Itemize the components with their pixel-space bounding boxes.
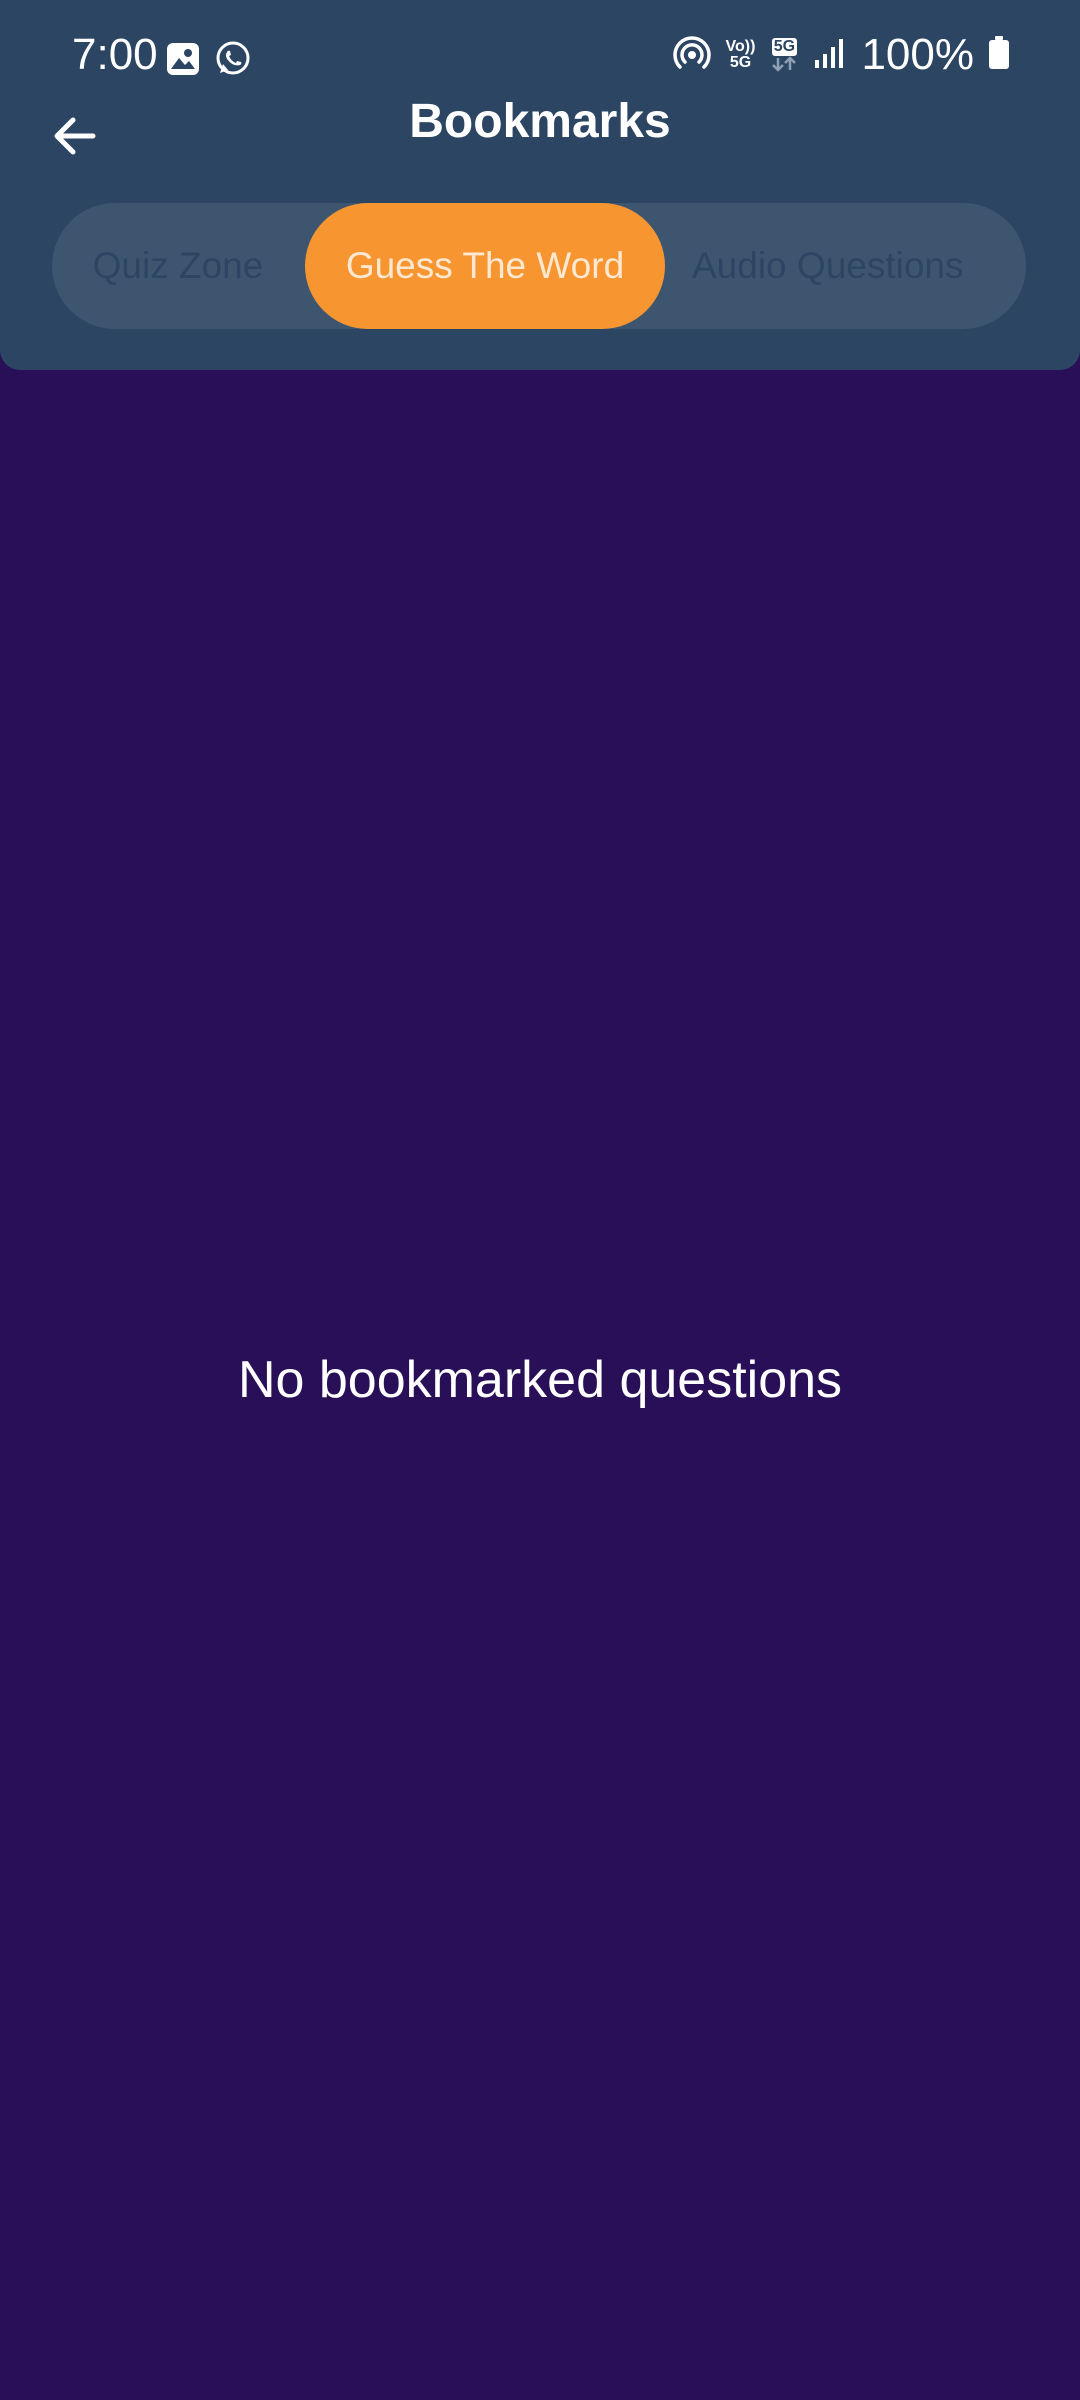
battery-icon <box>988 35 1010 75</box>
whatsapp-icon <box>214 40 252 83</box>
page-title: Bookmarks <box>409 95 671 148</box>
bookmark-tabs: Quiz Zone Audio Questions Guess The Word <box>52 203 1026 329</box>
notification-icons <box>166 40 252 83</box>
tab-guess-the-word[interactable]: Guess The Word <box>305 203 665 329</box>
empty-state-message: No bookmarked questions <box>237 1351 843 1409</box>
signal-icon <box>813 36 847 75</box>
tab-quiz-zone[interactable]: Quiz Zone <box>52 203 304 329</box>
tab-audio-questions[interactable]: Audio Questions <box>692 203 1080 329</box>
status-time: 7:00 <box>72 30 158 79</box>
volte-5g-icon: Vo)) 5G <box>725 38 756 71</box>
system-status-icons: Vo)) 5G 5G 100% <box>672 30 1010 80</box>
image-icon <box>166 42 200 81</box>
app-header: 7:00 Vo)) 5G 5G 100% Bookmarks Quiz Zone… <box>0 0 1080 370</box>
hotspot-icon <box>672 35 712 76</box>
battery-percentage: 100% <box>861 30 974 79</box>
5g-data-icon: 5G <box>769 38 799 72</box>
